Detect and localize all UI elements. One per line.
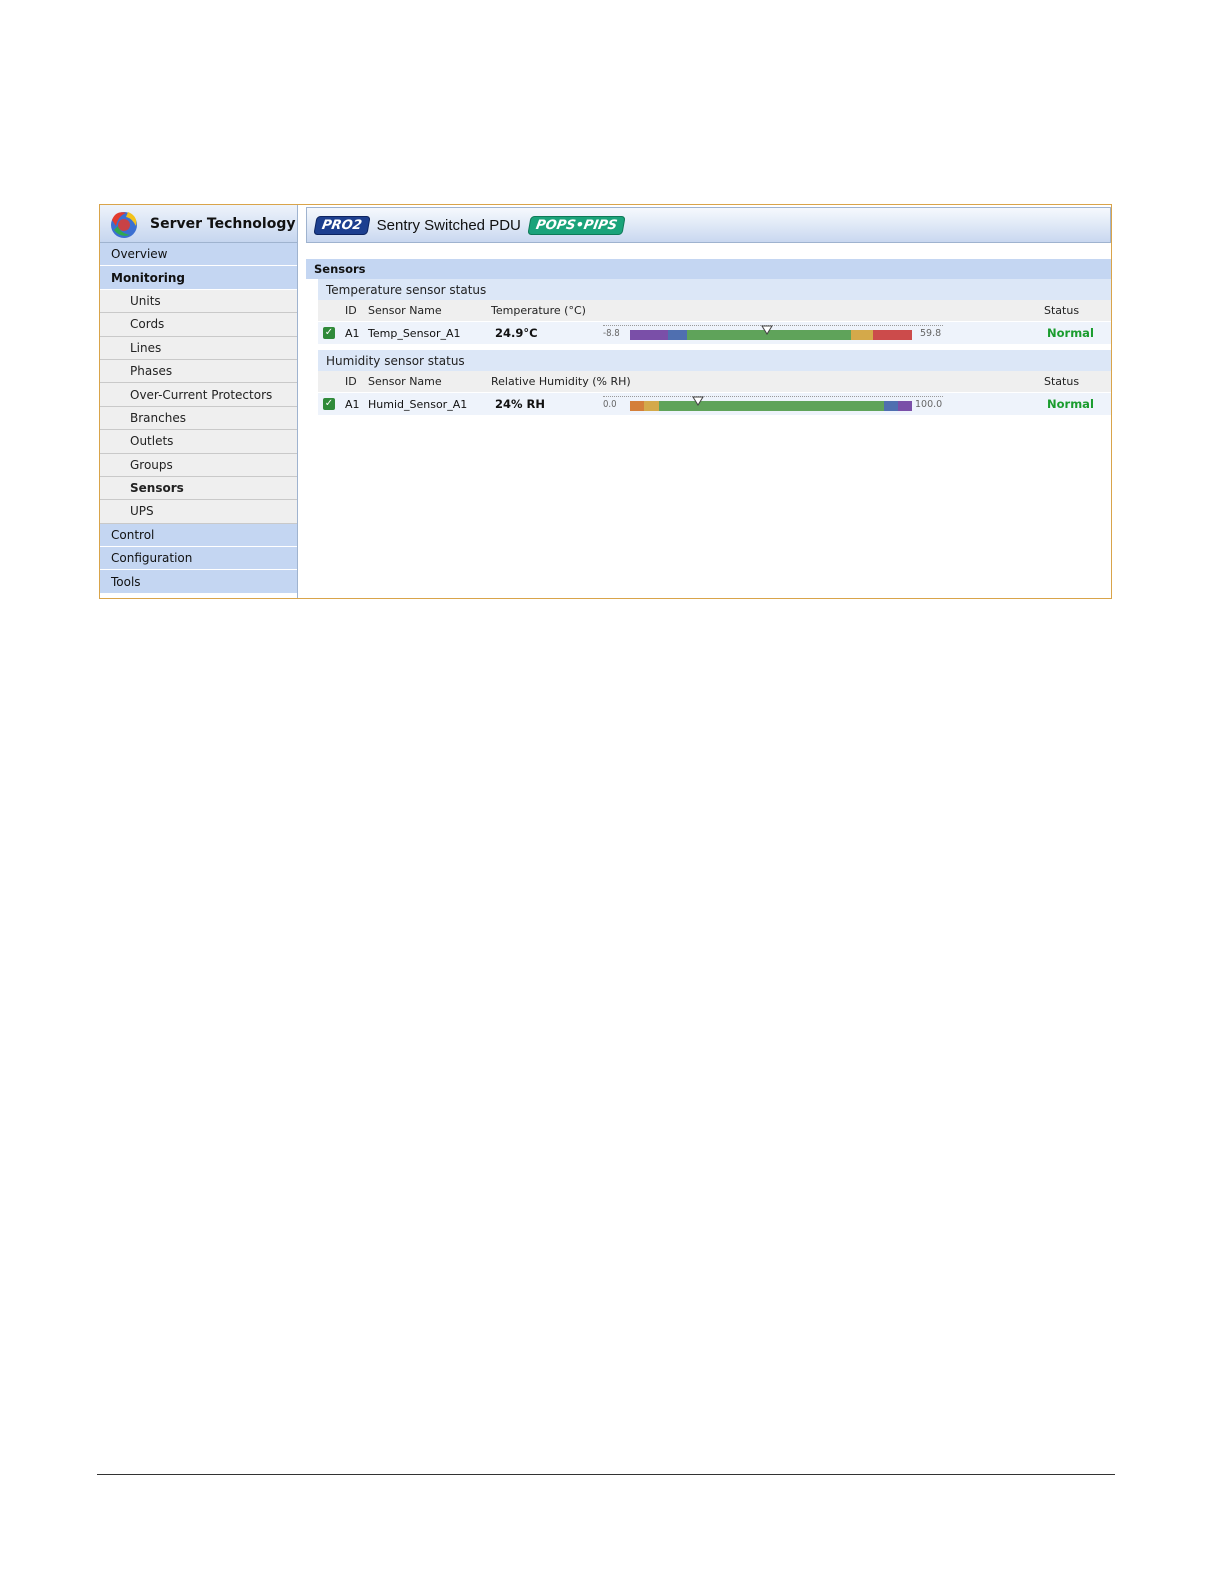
gauge-max: 100.0 [915, 399, 943, 410]
temperature-gauge: -8.8 59.8 [603, 325, 943, 342]
nav-sub-cords[interactable]: Cords [100, 313, 297, 337]
gauge-max: 59.8 [920, 328, 942, 339]
sensor-id: A1 [345, 326, 360, 340]
col-id: ID [345, 375, 357, 388]
gauge-min: 0.0 [603, 399, 617, 410]
sensor-reading: 24% RH [495, 397, 546, 411]
table-row[interactable]: ✓ A1 Humid_Sensor_A1 24% RH 0.0 100.0 No… [318, 393, 1111, 415]
col-temperature: Temperature (°C) [491, 304, 586, 317]
col-id: ID [345, 304, 357, 317]
product-header: PRO2 Sentry Switched PDU POPS•PIPS [306, 207, 1111, 243]
col-sensor-name: Sensor Name [368, 304, 442, 317]
sensor-name: Humid_Sensor_A1 [368, 397, 468, 411]
nav-sub-over-current-protectors[interactable]: Over-Current Protectors [100, 383, 297, 407]
gauge-min: -8.8 [603, 328, 620, 339]
table-row[interactable]: ✓ A1 Temp_Sensor_A1 24.9°C -8.8 59.8 Nor… [318, 322, 1111, 344]
nav-tools[interactable]: Tools [100, 570, 297, 594]
temperature-group: Temperature sensor status ID Sensor Name… [318, 279, 1111, 344]
nav-sub-units[interactable]: Units [100, 289, 297, 314]
humidity-group: Humidity sensor status ID Sensor Name Re… [318, 350, 1111, 415]
humidity-gauge: 0.0 100.0 [603, 396, 943, 413]
product-title: Sentry Switched PDU [376, 216, 521, 234]
sensor-id: A1 [345, 397, 360, 411]
gauge-bar [630, 401, 912, 411]
sensor-name: Temp_Sensor_A1 [368, 326, 461, 340]
nav-sub-branches[interactable]: Branches [100, 406, 297, 431]
pdu-web-interface: Server Technology Overview Monitoring Un… [99, 204, 1112, 599]
col-relative-humidity: Relative Humidity (% RH) [491, 375, 631, 388]
nav-sub-lines[interactable]: Lines [100, 336, 297, 360]
sidebar: Server Technology Overview Monitoring Un… [100, 205, 298, 598]
temperature-column-headers: ID Sensor Name Temperature (°C) Status [318, 300, 1111, 321]
checkbox-checked-icon[interactable]: ✓ [323, 398, 335, 410]
checkbox-checked-icon[interactable]: ✓ [323, 327, 335, 339]
brand-name: Server Technology [150, 215, 296, 232]
temperature-group-title: Temperature sensor status [318, 279, 1111, 300]
page-footer-rule [97, 1474, 1115, 1475]
nav-sub-sensors[interactable]: Sensors [100, 476, 297, 501]
pro2-badge: PRO2 [313, 215, 371, 235]
status-badge: Normal [1047, 326, 1094, 340]
col-sensor-name: Sensor Name [368, 375, 442, 388]
server-technology-logo-icon [111, 211, 137, 238]
nav-overview[interactable]: Overview [100, 243, 297, 267]
pops-pips-badge: POPS•PIPS [527, 215, 626, 235]
brand-header: Server Technology [100, 205, 297, 243]
nav-sub-phases[interactable]: Phases [100, 359, 297, 384]
col-status: Status [1044, 375, 1080, 388]
nav-configuration[interactable]: Configuration [100, 547, 297, 571]
nav-sub-outlets[interactable]: Outlets [100, 430, 297, 454]
status-badge: Normal [1047, 397, 1094, 411]
nav-monitoring[interactable]: Monitoring [100, 266, 297, 290]
humidity-column-headers: ID Sensor Name Relative Humidity (% RH) … [318, 371, 1111, 392]
sensor-reading: 24.9°C [495, 326, 538, 340]
nav-control[interactable]: Control [100, 523, 297, 548]
nav-sub-ups[interactable]: UPS [100, 500, 297, 524]
humidity-group-title: Humidity sensor status [318, 350, 1111, 371]
col-status: Status [1044, 304, 1080, 317]
sensors-section-title: Sensors [306, 259, 1111, 279]
main-content: PRO2 Sentry Switched PDU POPS•PIPS Senso… [306, 207, 1111, 415]
nav-sub-groups[interactable]: Groups [100, 453, 297, 477]
